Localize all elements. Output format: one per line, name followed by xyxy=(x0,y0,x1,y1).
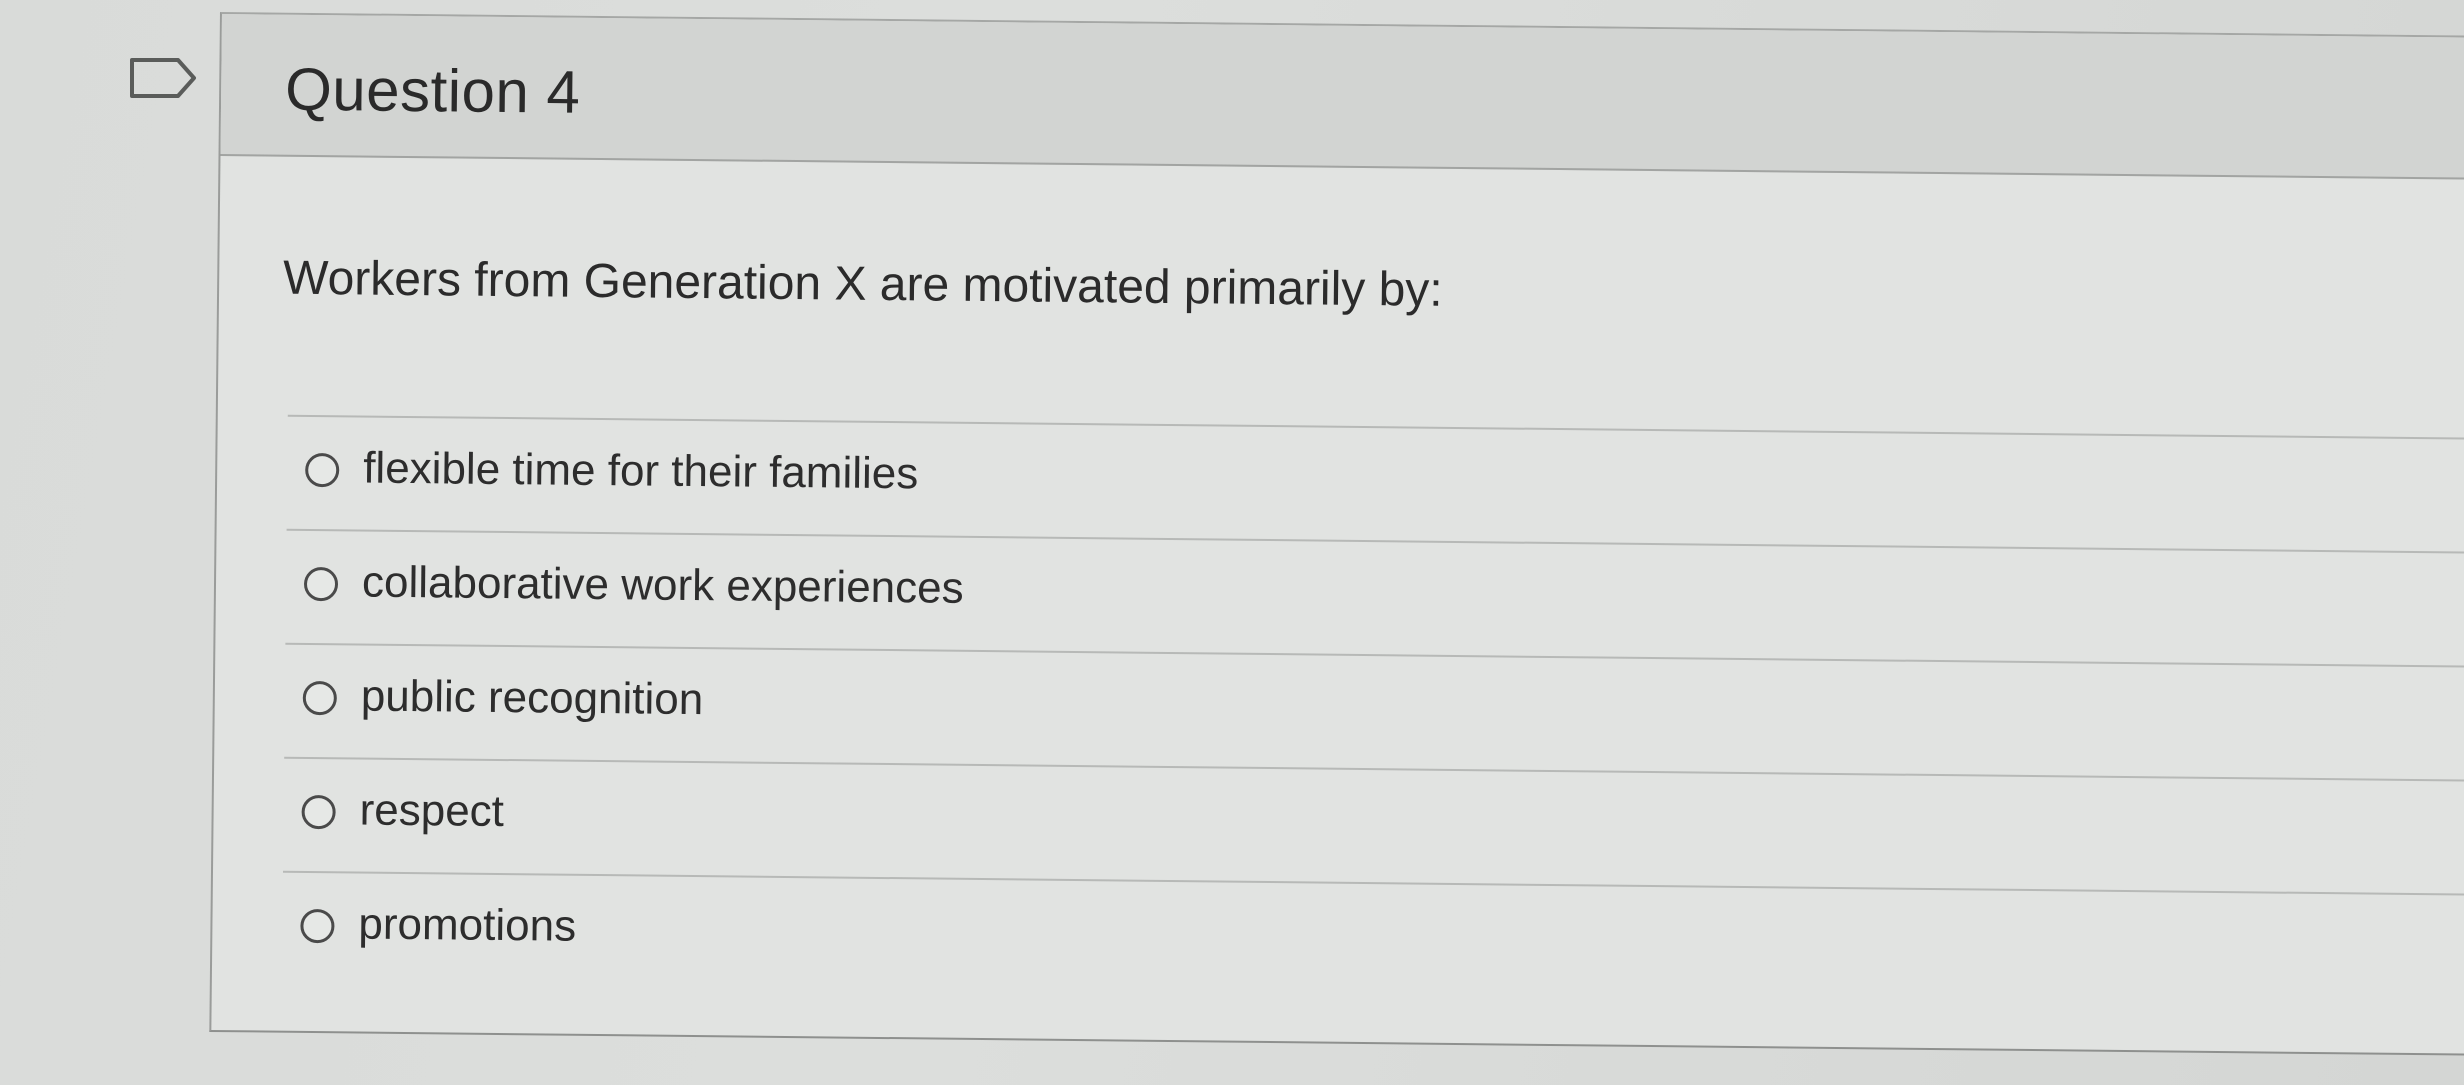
question-prompt: Workers from Generation X are motivated … xyxy=(282,251,1443,317)
radio-button[interactable] xyxy=(300,908,335,944)
radio-button[interactable] xyxy=(302,680,337,716)
answer-list: flexible time for their families collabo… xyxy=(281,414,2464,1008)
flag-question-icon[interactable] xyxy=(128,56,198,100)
question-card: Question 4 Workers from Generation X are… xyxy=(209,12,2464,1056)
answer-option[interactable]: public recognition xyxy=(284,642,2464,780)
answer-label[interactable]: public recognition xyxy=(361,672,704,726)
radio-button[interactable] xyxy=(301,794,336,830)
answer-option[interactable]: promotions xyxy=(281,870,2464,1008)
answer-option[interactable]: flexible time for their families xyxy=(286,414,2464,552)
answer-label[interactable]: collaborative work experiences xyxy=(362,558,964,614)
radio-button[interactable] xyxy=(305,452,340,488)
question-title: Question 4 xyxy=(284,55,581,126)
answer-label[interactable]: promotions xyxy=(358,900,576,952)
quiz-page: Question 4 Workers from Generation X are… xyxy=(0,0,2464,1085)
radio-button[interactable] xyxy=(303,566,339,602)
answer-label[interactable]: flexible time for their families xyxy=(363,444,919,500)
answer-option[interactable]: respect xyxy=(283,756,2464,894)
answer-label[interactable]: respect xyxy=(359,786,504,838)
question-header: Question 4 xyxy=(220,14,2464,180)
answer-option[interactable]: collaborative work experiences xyxy=(285,528,2464,666)
